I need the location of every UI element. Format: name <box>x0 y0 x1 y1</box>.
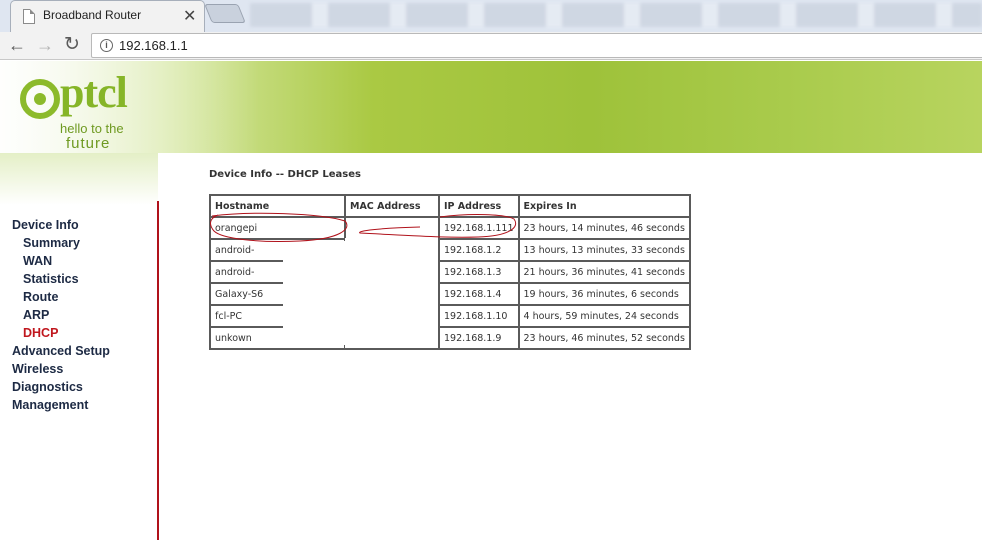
back-arrow-icon[interactable]: ← <box>8 36 26 54</box>
sidebar-item-wan[interactable]: WAN <box>12 252 157 270</box>
header-hostname: Hostname <box>209 194 346 218</box>
header-expires-in: Expires In <box>517 194 691 218</box>
cell-expires-in: 13 hours, 13 minutes, 33 seconds <box>517 238 691 262</box>
tab-title: Broadband Router <box>43 8 142 22</box>
ptcl-logo: ptcl hello to the future <box>20 68 170 152</box>
tab-strip: Broadband Router ✕ <box>0 0 982 32</box>
cell-ip-address: 192.168.1.10 <box>438 304 520 328</box>
reload-icon[interactable]: ↻ <box>64 35 80 54</box>
new-tab-button[interactable] <box>204 4 246 23</box>
cell-expires-in: 19 hours, 36 minutes, 6 seconds <box>517 282 691 306</box>
table-row: Galaxy-S6 192.168.1.4 19 hours, 36 minut… <box>209 282 691 306</box>
cell-ip-address: 192.168.1.111 <box>438 216 520 240</box>
page-title: Device Info -- DHCP Leases <box>209 169 361 180</box>
sidebar-item-management[interactable]: Management <box>12 396 157 414</box>
sidebar-item-wireless[interactable]: Wireless <box>12 360 157 378</box>
cell-ip-address: 192.168.1.3 <box>438 260 520 284</box>
url-input[interactable]: i 192.168.1.1 <box>91 33 982 58</box>
sidebar-item-summary[interactable]: Summary <box>12 234 157 252</box>
logo-word: ptcl <box>60 68 128 117</box>
logo-ring-icon <box>20 79 60 119</box>
forward-arrow-icon[interactable]: → <box>36 36 54 54</box>
cell-hostname: orangepi <box>209 216 346 240</box>
blurred-tabs <box>250 3 982 27</box>
cell-expires-in: 4 hours, 59 minutes, 24 seconds <box>517 304 691 328</box>
sidebar-nav: Device Info Summary WAN Statistics Route… <box>12 216 157 414</box>
page-icon <box>23 9 35 24</box>
sidebar-item-route[interactable]: Route <box>12 288 157 306</box>
dhcp-leases-table: Hostname MAC Address IP Address Expires … <box>209 194 691 350</box>
table-row: orangepi 192.168.1.111 23 hours, 14 minu… <box>209 216 691 240</box>
table-header-row: Hostname MAC Address IP Address Expires … <box>209 194 691 218</box>
table-row: android- 192.168.1.3 21 hours, 36 minute… <box>209 260 691 284</box>
cell-expires-in: 21 hours, 36 minutes, 41 seconds <box>517 260 691 284</box>
header-ip-address: IP Address <box>438 194 520 218</box>
header-mac-address: MAC Address <box>344 194 440 218</box>
sidebar-divider <box>157 201 159 540</box>
url-text: 192.168.1.1 <box>119 38 188 53</box>
close-icon[interactable]: ✕ <box>183 6 196 26</box>
cell-expires-in: 23 hours, 46 minutes, 52 seconds <box>517 326 691 350</box>
sidebar-item-arp[interactable]: ARP <box>12 306 157 324</box>
cell-ip-address: 192.168.1.9 <box>438 326 520 350</box>
header-fade <box>0 153 158 205</box>
redaction-block <box>345 238 438 348</box>
table-row: unkown 192.168.1.9 23 hours, 46 minutes,… <box>209 326 691 350</box>
info-icon[interactable]: i <box>100 39 113 52</box>
cell-mac-address <box>344 216 440 240</box>
address-bar: ← → ↻ i 192.168.1.1 <box>0 32 982 60</box>
logo-tagline: hello to the <box>60 121 124 136</box>
sidebar-item-statistics[interactable]: Statistics <box>12 270 157 288</box>
logo-tagline-future: future <box>66 135 111 152</box>
table-row: fcl-PC 192.168.1.10 4 hours, 59 minutes,… <box>209 304 691 328</box>
sidebar-item-advanced-setup[interactable]: Advanced Setup <box>12 342 157 360</box>
tab-broadband-router[interactable]: Broadband Router ✕ <box>10 0 205 32</box>
sidebar-item-device-info[interactable]: Device Info <box>12 216 157 234</box>
cell-ip-address: 192.168.1.4 <box>438 282 520 306</box>
sidebar-item-diagnostics[interactable]: Diagnostics <box>12 378 157 396</box>
cell-expires-in: 23 hours, 14 minutes, 46 seconds <box>517 216 691 240</box>
router-page: ptcl hello to the future Device Info Sum… <box>0 61 982 540</box>
cell-ip-address: 192.168.1.2 <box>438 238 520 262</box>
table-row: android- 192.168.1.2 13 hours, 13 minute… <box>209 238 691 262</box>
sidebar-item-dhcp[interactable]: DHCP <box>12 324 157 342</box>
